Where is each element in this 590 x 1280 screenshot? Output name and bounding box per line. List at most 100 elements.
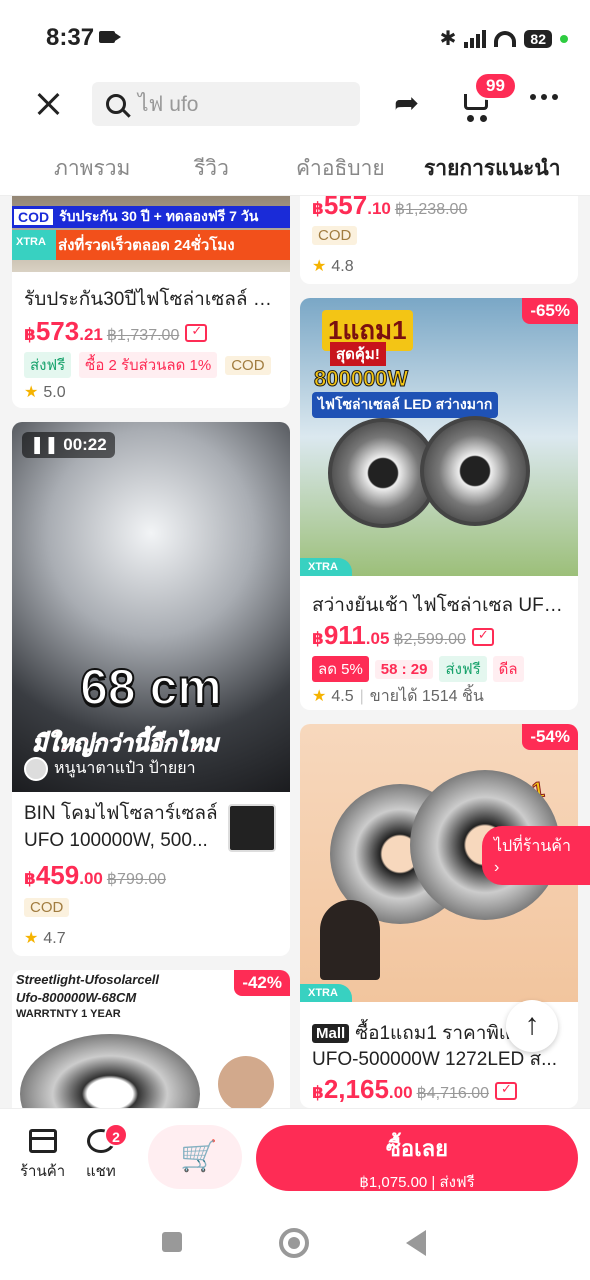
search-placeholder: ไฟ ufo — [138, 92, 199, 116]
product-image: 1แถม1 สุดคุ้ม! 800000W ไฟโซล่าเซลล์ LED … — [300, 298, 578, 576]
product-feed[interactable]: COD รับประกัน 30 ปี + ทดลองฟรี 7 วัน XTR… — [0, 196, 590, 1108]
cart-plus-icon: 🛒 — [180, 1140, 218, 1173]
back-icon[interactable] — [406, 1230, 426, 1256]
tab-overview[interactable]: ภาพรวม — [54, 152, 130, 185]
shop-button[interactable]: ร้านค้า — [20, 1129, 65, 1183]
tab-bar: ภาพรวม รีวิว คำอธิบาย รายการแนะนำ — [0, 136, 590, 199]
search-icon — [106, 94, 126, 114]
promo-sub: สุดคุ้ม! — [330, 342, 386, 366]
chat-badge: 2 — [104, 1123, 128, 1147]
presenter-image — [218, 1056, 274, 1108]
product-price: ฿ 459.00 ฿799.00 — [24, 860, 166, 890]
product-price: ฿ 911.05 ฿2,599.00 — [312, 620, 494, 651]
rating: ★ 4.7 — [24, 930, 66, 947]
product-title: BIN โคมไฟโซลาร์เซลล์ UFO 100000W, 500... — [24, 803, 218, 851]
system-nav-bar — [0, 1204, 590, 1280]
status-time: 8:37 — [46, 24, 95, 51]
pause-icon: ❚❚ — [30, 435, 59, 454]
scroll-to-top-icon[interactable]: ↑ — [506, 1000, 558, 1052]
product-card[interactable]: Streetlight-Ufosolarcell Ufo-800000W-68C… — [12, 970, 290, 1108]
image-text: Ufo-800000W-68CM — [16, 990, 137, 1005]
signal-icon — [464, 29, 487, 48]
add-to-cart-button[interactable]: 🛒 — [148, 1125, 242, 1189]
tab-recommended[interactable]: รายการแนะนำ — [424, 152, 561, 199]
tag-row: ลด 5% 58 : 29 ส่งฟรี ดีล — [312, 656, 524, 682]
wifi-icon — [494, 30, 517, 47]
cod-banner: COD — [14, 209, 54, 225]
lamp-image — [420, 416, 530, 526]
discount-badge: -54% — [522, 724, 578, 750]
product-image: Streetlight-Ufosolarcell Ufo-800000W-68C… — [12, 970, 290, 1108]
camera-icon — [99, 31, 121, 43]
tab-reviews[interactable]: รีวิว — [194, 152, 229, 185]
product-price: ฿ 2,165.00 ฿4,716.00 — [312, 1074, 518, 1105]
original-price: ฿2,599.00 — [393, 631, 466, 648]
rating: ★ 5.0 — [24, 384, 66, 401]
original-price: ฿799.00 — [106, 871, 166, 888]
product-video[interactable]: ❚❚ 00:22 68 cm มีใหญ่กว่านี้อีกไหม หนูนา… — [12, 422, 290, 792]
buy-now-button[interactable]: ซื้อเลย ฿1,075.00 | ส่งฟรี — [256, 1125, 578, 1191]
star-icon: ★ — [312, 688, 327, 705]
watt-text: 800000W — [313, 366, 409, 392]
star-icon: ★ — [312, 258, 327, 275]
rating: ★ 4.8 — [312, 258, 354, 275]
product-image: COD รับประกัน 30 ปี + ทดลองฟรี 7 วัน XTR… — [12, 196, 290, 272]
bluetooth-icon: ✱ — [439, 28, 457, 50]
avatar — [24, 756, 48, 781]
star-icon: ★ — [24, 384, 39, 401]
original-price: ฿1,737.00 — [106, 327, 180, 344]
home-icon[interactable] — [279, 1228, 309, 1258]
star-icon: ★ — [24, 930, 39, 947]
tag-row: ส่งฟรี ซื้อ 2 รับส่วนลด 1% COD — [24, 352, 271, 378]
product-thumbnail[interactable] — [228, 804, 276, 852]
product-card[interactable]: COD รับประกัน 30 ปี + ทดลองฟรี 7 วัน XTR… — [12, 196, 290, 408]
original-price: ฿1,238.00 — [394, 201, 468, 218]
banner-text: รับประกัน 30 ปี + ทดลองฟรี 7 วัน — [59, 208, 259, 224]
xtra-badge: XTRA — [300, 558, 352, 576]
coupon-icon — [185, 323, 208, 342]
bottom-action-bar: ร้านค้า แชท 2 🛒 ซื้อเลย ฿1,075.00 | ส่งฟ… — [0, 1108, 590, 1204]
go-to-shop-button[interactable]: ไปที่ร้านค้า › — [482, 826, 590, 885]
product-title: รับประกัน30ปีไฟโซล่าเซลล์ UF... — [24, 289, 280, 310]
image-text: Streetlight-Ufosolarcell — [16, 972, 160, 987]
share-icon[interactable]: ➦ — [394, 89, 419, 119]
coupon-icon — [495, 1081, 518, 1100]
product-price: ฿ 557.10 ฿1,238.00 — [312, 196, 468, 220]
video-overlay-text: 68 cm — [79, 658, 223, 716]
deal-tag: ดีล — [492, 656, 524, 682]
sold-count: ขายได้ 1514 ชิ้น — [369, 688, 484, 705]
cart-button[interactable]: 99 — [458, 72, 517, 122]
bundle-discount-tag: ซื้อ 2 รับส่วนลด 1% — [79, 352, 218, 378]
banner-bottom-text: ส่งที่รวดเร็วตลอด 24ชั่วโมง — [57, 237, 235, 254]
product-price: ฿ 573.21 ฿1,737.00 — [24, 316, 208, 347]
cart-badge: 99 — [474, 72, 517, 100]
search-input[interactable]: ไฟ ufo — [92, 82, 360, 126]
store-icon — [28, 1129, 57, 1153]
top-bar: ไฟ ufo ➦ 99 — [0, 72, 590, 136]
image-text: WARRTNTY 1 YEAR — [16, 1008, 121, 1020]
video-duration: ❚❚ 00:22 — [22, 432, 115, 458]
cod-tag: COD — [225, 355, 271, 375]
caption-text: ไฟโซล่าเซลล์ LED สว่างมาก — [312, 392, 499, 418]
free-shipping-tag: ส่งฟรี — [24, 352, 72, 378]
coupon-icon — [471, 627, 494, 646]
xtra-badge: XTRA — [300, 984, 352, 1002]
close-icon[interactable] — [34, 90, 62, 118]
mall-badge: Mall — [312, 1023, 350, 1043]
product-card[interactable]: 1แถม1 สุดคุ้ม! 800000W ไฟโซล่าเซลล์ LED … — [300, 298, 578, 710]
presenter-image — [320, 900, 380, 980]
recents-icon[interactable] — [162, 1232, 182, 1252]
status-bar: 8:37 ✱ 82 — [0, 0, 590, 72]
more-icon[interactable] — [530, 94, 558, 100]
countdown-tag: 58 : 29 — [374, 659, 434, 679]
battery-icon: 82 — [524, 29, 552, 48]
creator: หนูนาตาแป๋ว ป้ายยา — [24, 756, 196, 781]
original-price: ฿4,716.00 — [416, 1085, 490, 1102]
tab-description[interactable]: คำอธิบาย — [296, 152, 385, 185]
privacy-dot-icon — [560, 34, 568, 43]
product-title: สว่างยันเช้า ไฟโซล่าเซล UFO S... — [312, 595, 568, 616]
product-card[interactable]: ❚❚ 00:22 68 cm มีใหญ่กว่านี้อีกไหม หนูนา… — [12, 422, 290, 956]
discount-badge: -65% — [522, 298, 578, 324]
cod-tag: COD — [24, 898, 70, 917]
product-card[interactable]: ฿ 557.10 ฿1,238.00 COD ★ 4.8 — [300, 196, 578, 284]
